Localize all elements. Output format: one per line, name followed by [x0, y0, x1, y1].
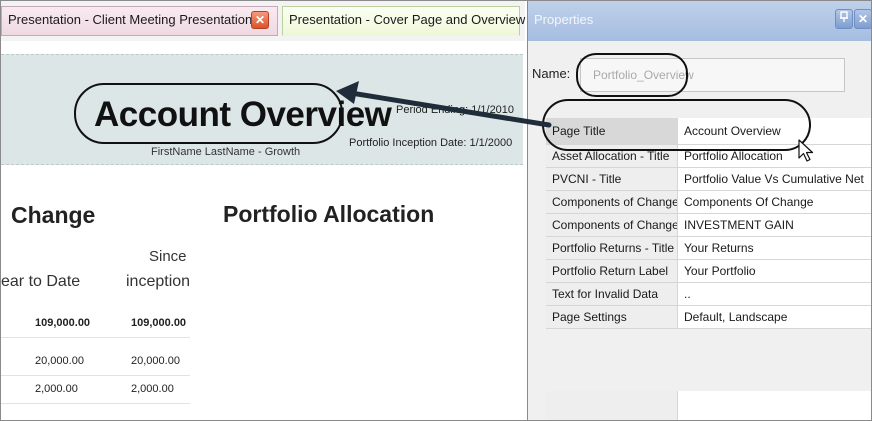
close-tab-icon[interactable]: ✕ — [251, 11, 269, 29]
property-row[interactable]: Portfolio Return Label Your Portfolio — [546, 260, 871, 283]
pin-icon-glyph — [840, 11, 848, 22]
tab-label: Presentation - Client Meeting Presentati… — [8, 12, 253, 27]
property-row[interactable]: Components of Change Components Of Chang… — [546, 191, 871, 214]
close-icon[interactable]: ✕ — [854, 9, 871, 29]
period-ending-text: Period Ending: 1/1/2010 — [396, 104, 515, 116]
highlight-oval — [74, 83, 343, 144]
table-row: 109,000.00 109,000.00 — [1, 309, 190, 338]
tab-cover-page-and-overview[interactable]: Presentation - Cover Page and Overview — [282, 6, 525, 36]
inception-date-text: Portfolio Inception Date: 1/1/2000 — [349, 137, 513, 149]
highlight-oval — [576, 53, 688, 97]
pin-icon[interactable] — [835, 9, 853, 29]
property-row[interactable]: PVCNI - Title Portfolio Value Vs Cumulat… — [546, 168, 871, 191]
property-name: PVCNI - Title — [546, 168, 678, 190]
value-ytd: 2,000.00 — [35, 383, 78, 395]
document-tab-strip: Presentation - Client Meeting Presentati… — [1, 1, 525, 41]
value-ytd: 109,000.00 — [35, 317, 91, 329]
property-row[interactable]: Page Settings Default, Landscape — [546, 306, 871, 329]
property-name: Page Settings — [546, 306, 678, 328]
property-value[interactable]: Your Portfolio — [678, 260, 871, 282]
property-value[interactable]: .. — [678, 283, 871, 305]
document-canvas: Account Overview FirstName LastName - Gr… — [1, 41, 525, 420]
column-header-since: Since — [149, 248, 187, 265]
column-header-year-to-date: ear to Date — [1, 273, 81, 290]
property-value[interactable]: Portfolio Value Vs Cumulative Net — [678, 168, 871, 190]
properties-header: Properties ✕ — [528, 1, 871, 41]
app-window: Presentation - Client Meeting Presentati… — [0, 0, 872, 421]
property-value[interactable]: Default, Landscape — [678, 306, 871, 328]
property-name: Text for Invalid Data — [546, 283, 678, 305]
properties-title: Properties — [534, 12, 594, 27]
property-name: Portfolio Return Label — [546, 260, 678, 282]
mouse-pointer-icon — [798, 139, 814, 162]
table-row: 2,000.00 2,000.00 — [1, 375, 190, 404]
value-since-inception: 2,000.00 — [131, 383, 174, 395]
page-header-band[interactable]: Account Overview FirstName LastName - Gr… — [1, 54, 523, 165]
section-title-portfolio-allocation: Portfolio Allocation — [223, 201, 435, 227]
table-row: 20,000.00 20,000.00 — [1, 347, 190, 376]
column-header-inception: inception — [126, 273, 191, 290]
value-since-inception: 20,000.00 — [131, 355, 180, 367]
value-ytd: 20,000.00 — [35, 355, 84, 367]
property-value[interactable]: Components Of Change — [678, 191, 871, 213]
highlight-oval — [542, 99, 811, 151]
property-row[interactable]: Text for Invalid Data .. — [546, 283, 871, 306]
property-grid-empty-area — [546, 391, 678, 420]
property-row[interactable]: Components of Change INVESTMENT GAIN — [546, 214, 871, 237]
section-title-change: Change — [11, 202, 96, 228]
property-name: Components of Change — [546, 214, 678, 236]
property-value[interactable]: Your Returns — [678, 237, 871, 259]
property-row[interactable]: Portfolio Returns - Title Your Returns — [546, 237, 871, 260]
client-name-line: FirstName LastName - Growth — [151, 146, 301, 158]
name-label: Name: — [532, 66, 571, 81]
property-name: Portfolio Returns - Title — [546, 237, 678, 259]
property-name: Components of Change — [546, 191, 678, 213]
tab-client-meeting-presentation[interactable]: Presentation - Client Meeting Presentati… — [1, 6, 278, 36]
tab-label: Presentation - Cover Page and Overview — [289, 12, 526, 27]
value-since-inception: 109,000.00 — [131, 317, 187, 329]
property-value[interactable]: INVESTMENT GAIN — [678, 214, 871, 236]
